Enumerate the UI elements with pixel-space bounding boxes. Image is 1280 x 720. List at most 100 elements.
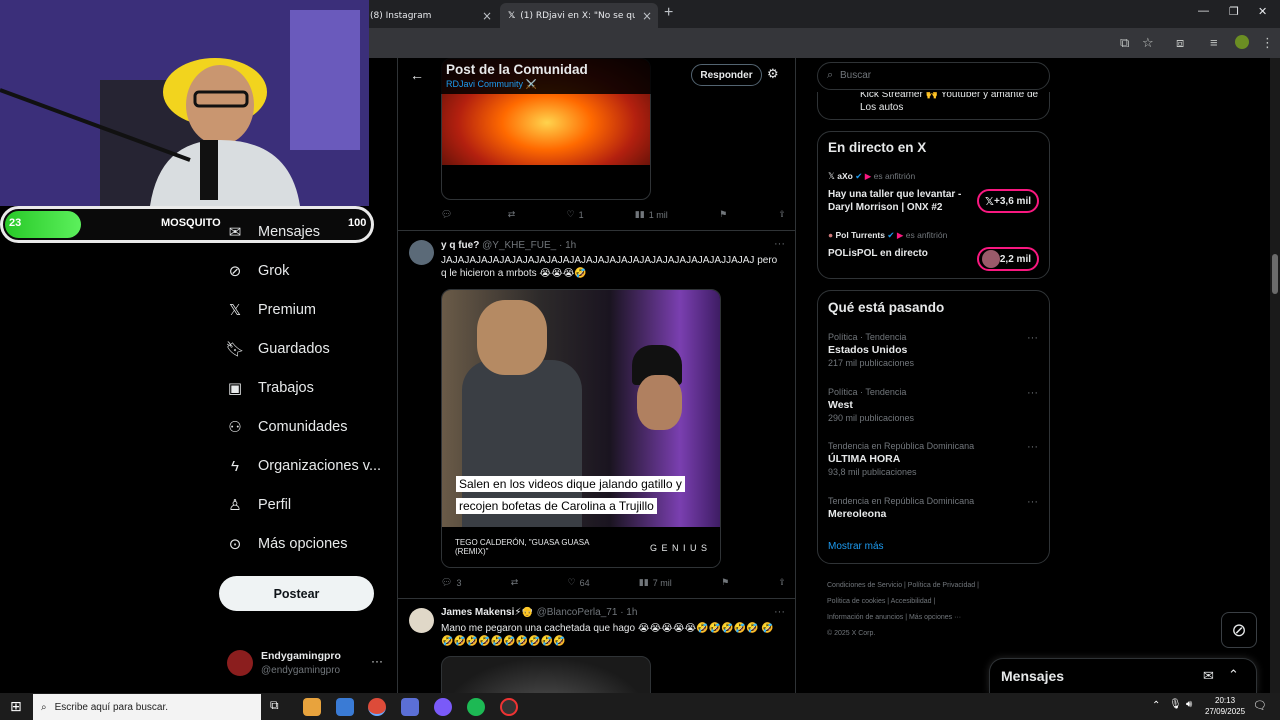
new-message-icon[interactable]: ✉ [1203, 668, 1214, 684]
profile-avatar[interactable] [1235, 35, 1249, 49]
footer-line[interactable]: Política de cookies | Accesibilidad | [827, 594, 1047, 610]
more-icon[interactable]: ··· [371, 654, 383, 668]
clock[interactable]: 20:13 27/09/2025 [1205, 695, 1245, 717]
tab-x-post[interactable]: 𝕏 (1) RDjavi en X: "No se quien e... × [500, 3, 658, 28]
spotify-icon[interactable] [467, 698, 485, 716]
share-icon[interactable]: ⇪ [778, 577, 786, 588]
avatar[interactable] [409, 240, 434, 265]
windows-start-icon[interactable]: ⊞ [10, 698, 22, 715]
microphone-icon[interactable]: 🎙︎ [1169, 699, 1182, 710]
back-arrow-icon[interactable]: ← [410, 67, 424, 83]
scrollbar-thumb[interactable] [1272, 254, 1278, 294]
date: 27/09/2025 [1205, 707, 1246, 716]
avatar[interactable] [409, 608, 434, 633]
show-more-link[interactable]: Mostrar más [828, 541, 884, 552]
reply-button[interactable]: Responder [691, 64, 762, 86]
minimize-icon[interactable]: — [1198, 5, 1209, 17]
author-name: James Makensi⚡👴 [441, 607, 534, 618]
kebab-menu-icon[interactable]: ⋮ [1261, 35, 1274, 51]
discord-icon[interactable] [434, 698, 452, 716]
nav-item-mas-opciones[interactable]: ⊙ Más opciones [226, 529, 348, 559]
tab-instagram[interactable]: (8) Instagram × [362, 3, 498, 28]
bookmark-icon[interactable]: ⚑ [721, 577, 729, 588]
live-host[interactable]: ● Pol Turrents ✔ ▶ es anfitrión [828, 230, 988, 241]
chevron-up-icon[interactable]: ⌃ [1228, 667, 1239, 683]
restore-icon[interactable]: ❐ [1229, 5, 1239, 18]
post-author[interactable]: y q fue? @Y_KHE_FUE_ · 1h [441, 240, 576, 251]
reply-icon[interactable]: 💬︎ [441, 209, 456, 220]
like-icon[interactable]: ♡ 1 [567, 209, 584, 220]
main-column: ← Post de la Comunidad RDJavi Community … [397, 58, 796, 720]
search-input[interactable]: ⌕ Buscar [817, 62, 1050, 90]
more-icon[interactable]: ··· [1027, 332, 1038, 344]
community-link[interactable]: RDJavi Community ⚔️ [446, 79, 537, 90]
scrollbar[interactable] [1270, 58, 1280, 693]
more-icon[interactable]: ··· [1027, 387, 1038, 399]
account-switcher[interactable]: Endygamingpro @endygamingpro ··· [227, 648, 387, 680]
nav-item-premium[interactable]: 𝕏 Premium [226, 295, 316, 325]
trend-item[interactable]: Política · Tendencia West 290 mil public… [828, 387, 1038, 423]
chevron-up-icon[interactable]: ⌃ [1152, 700, 1160, 711]
windows-taskbar: ⊞ ⌕ Escribe aquí para buscar. ⧉ ⌃ 🎙︎ 🔊︎ … [0, 693, 1280, 720]
live-listeners-pill[interactable]: +2,2 mil [977, 247, 1039, 271]
live-space-title[interactable]: POLisPOL en directo [828, 248, 973, 259]
post-button[interactable]: Postear [219, 576, 374, 611]
host-name: Pol Turrents [835, 230, 885, 240]
views-icon[interactable]: ▮▮ 1 mil [635, 209, 668, 220]
share-icon[interactable]: ⇪ [778, 209, 786, 220]
trend-item[interactable]: Política · Tendencia Estados Unidos 217 … [828, 332, 1038, 368]
post-author[interactable]: James Makensi⚡👴 @BlancoPerla_71 · 1h [441, 607, 637, 618]
nav-item-perfil[interactable]: ♙ Perfil [226, 490, 291, 520]
nav-item-comunidades[interactable]: ⚇ Comunidades [226, 412, 347, 442]
chrome-icon[interactable] [368, 698, 386, 716]
notification-icon[interactable]: 🗨︎ [1253, 699, 1267, 712]
new-tab-button[interactable]: + [664, 4, 673, 22]
trend-item[interactable]: Tendencia en República Dominicana Mereol… [828, 496, 1038, 520]
repost-icon[interactable]: ⇄ [508, 209, 516, 220]
store-icon[interactable] [336, 698, 354, 716]
nav-item-mensajes[interactable]: ✉ Mensajes [226, 217, 320, 247]
extensions-icon[interactable]: ⧈ [1176, 35, 1184, 51]
footer-line[interactable]: Condiciones de Servicio | Política de Pr… [827, 578, 1047, 594]
grok-floating-button[interactable]: ⊘ [1221, 612, 1257, 648]
file-explorer-icon[interactable] [303, 698, 321, 716]
obs-icon[interactable] [500, 698, 518, 716]
video-card[interactable]: Salen en los videos dique jalando gatill… [441, 289, 721, 568]
more-icon[interactable]: ··· [774, 238, 785, 250]
footer-line[interactable]: Información de anuncios | Más opciones ·… [827, 610, 1047, 626]
bio-snippet: Kick Streamer 🙌 Youtuber y amante de Los… [860, 92, 1039, 113]
star-icon[interactable]: ☆ [1142, 35, 1154, 51]
close-icon[interactable]: × [642, 9, 652, 23]
media-icon[interactable]: ≡ [1210, 35, 1218, 50]
more-icon[interactable]: ··· [774, 606, 785, 618]
live-host[interactable]: 𝕏 aXo ✔ ▶ es anfitrión [828, 171, 978, 182]
trend-item[interactable]: Tendencia en República Dominicana ÚLTIMA… [828, 441, 1038, 477]
more-icon[interactable]: ··· [1027, 496, 1038, 508]
views-icon[interactable]: ▮▮ 7 mil [639, 577, 672, 588]
task-view-icon[interactable]: ⧉ [270, 698, 288, 716]
nav-label: Perfil [258, 497, 292, 513]
app-icon[interactable] [401, 698, 419, 716]
live-space-title[interactable]: Hay una taller que levantar - Daryl Morr… [828, 188, 973, 214]
divider [398, 598, 795, 599]
nav-item-grok[interactable]: ⊘ Grok [226, 256, 290, 286]
sliders-icon[interactable]: ⚙︎ [767, 66, 779, 82]
trend-meta: Tendencia en República Dominicana [828, 441, 975, 451]
volume-icon[interactable]: 🔊︎ [1186, 699, 1192, 710]
footer-links: Condiciones de Servicio | Política de Pr… [827, 578, 1047, 642]
repost-icon[interactable]: ⇄ [511, 577, 519, 588]
window-close-icon[interactable]: ✕ [1258, 5, 1267, 18]
live-listeners-pill[interactable]: 𝕏 +3,6 mil [977, 189, 1039, 213]
nav-item-trabajos[interactable]: ▣ Trabajos [226, 373, 314, 403]
like-icon[interactable]: ♡ 64 [568, 577, 590, 588]
view-count: 7 mil [652, 577, 672, 588]
nav-item-organizaciones[interactable]: ϟ Organizaciones v... [226, 451, 381, 481]
nav-item-guardados[interactable]: 🔖︎ Guardados [225, 334, 329, 364]
taskbar-search[interactable]: ⌕ Escribe aquí para buscar. [33, 694, 261, 720]
bookmark-icon[interactable]: ⚑ [719, 209, 727, 220]
cast-icon[interactable]: ⧉ [1120, 35, 1129, 51]
close-icon[interactable]: × [482, 9, 492, 23]
reply-icon[interactable]: 💬︎ 3 [441, 577, 461, 588]
messages-drawer[interactable]: Mensajes ✉ ⌃ [989, 658, 1257, 693]
more-icon[interactable]: ··· [1027, 441, 1038, 453]
